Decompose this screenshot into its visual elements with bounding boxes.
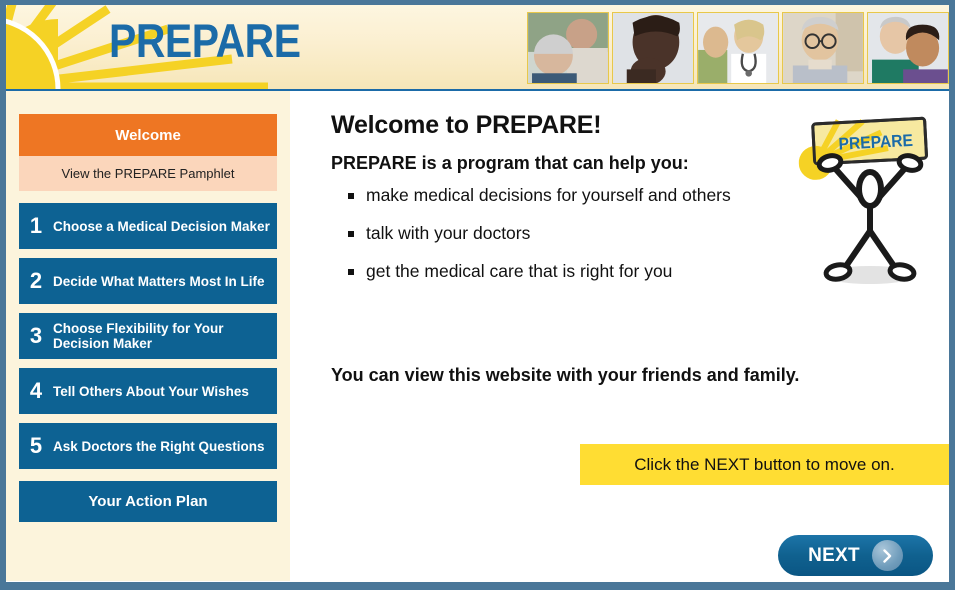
sidebar-item-pamphlet-label: View the PREPARE Pamphlet <box>61 166 235 181</box>
page-title: Welcome to PREPARE! <box>331 111 602 139</box>
prepare-app-window: PREPARE Welcome View the PREPARE Pamphle… <box>0 0 955 590</box>
closing-text: You can view this website with your frie… <box>331 365 800 385</box>
header-photo-strip <box>527 12 949 84</box>
next-button-label: NEXT <box>808 544 860 566</box>
site-header: PREPARE <box>6 5 949 91</box>
main-content: Welcome to PREPARE! PREPARE is a program… <box>290 91 949 581</box>
sidebar-item-step-1[interactable]: 1 Choose a Medical Decision Maker <box>19 203 277 249</box>
list-item: make medical decisions for yourself and … <box>348 183 786 208</box>
step-label: Ask Doctors the Right Questions <box>53 438 265 454</box>
step-label: Choose a Medical Decision Maker <box>53 218 270 234</box>
step-number: 5 <box>29 433 43 458</box>
chevron-right-icon <box>871 540 903 571</box>
benefits-list: make medical decisions for yourself and … <box>346 183 786 297</box>
photo-elderly-woman-and-caregiver <box>527 12 609 84</box>
list-item: get the medical care that is right for y… <box>348 259 786 284</box>
next-instruction-label: Click the NEXT button to move on. <box>634 454 895 474</box>
photo-man-thinking <box>612 12 694 84</box>
step-number: 1 <box>29 213 43 238</box>
sidebar-item-action-plan[interactable]: Your Action Plan <box>19 481 277 522</box>
sidebar-item-pamphlet[interactable]: View the PREPARE Pamphlet <box>19 156 277 191</box>
step-number: 2 <box>29 268 43 293</box>
step-label: Tell Others About Your Wishes <box>53 383 249 399</box>
photo-doctor-with-stethoscope <box>697 12 779 84</box>
sidebar-item-step-5[interactable]: 5 Ask Doctors the Right Questions <box>19 423 277 469</box>
stick-figure-holding-sign-illustration: PREPARE <box>796 103 946 293</box>
sidebar-item-step-2[interactable]: 2 Decide What Matters Most In Life <box>19 258 277 304</box>
site-brand-title: PREPARE <box>109 14 301 67</box>
svg-text:PREPARE: PREPARE <box>838 131 913 154</box>
next-button[interactable]: NEXT <box>778 535 933 576</box>
next-instruction-callout: Click the NEXT button to move on. <box>580 444 949 485</box>
step-label: Choose Flexibility for Your Decision Mak… <box>53 321 224 351</box>
sidebar-item-action-plan-label: Your Action Plan <box>88 493 208 510</box>
sidebar-item-welcome[interactable]: Welcome <box>19 114 277 156</box>
sidebar-item-welcome-label: Welcome <box>115 126 181 144</box>
list-item: talk with your doctors <box>348 221 786 246</box>
step-number: 3 <box>29 323 43 348</box>
step-number: 4 <box>29 378 43 403</box>
sidebar-item-step-4[interactable]: 4 Tell Others About Your Wishes <box>19 368 277 414</box>
photo-elderly-asian-man <box>782 12 864 84</box>
photo-two-women-smiling <box>867 12 949 84</box>
sidebar-menu: Welcome View the PREPARE Pamphlet 1 Choo… <box>6 91 290 581</box>
lead-text: PREPARE is a program that can help you: <box>331 153 689 173</box>
sidebar-item-step-3[interactable]: 3 Choose Flexibility for Your Decision M… <box>19 313 277 359</box>
step-label: Decide What Matters Most In Life <box>53 273 265 289</box>
